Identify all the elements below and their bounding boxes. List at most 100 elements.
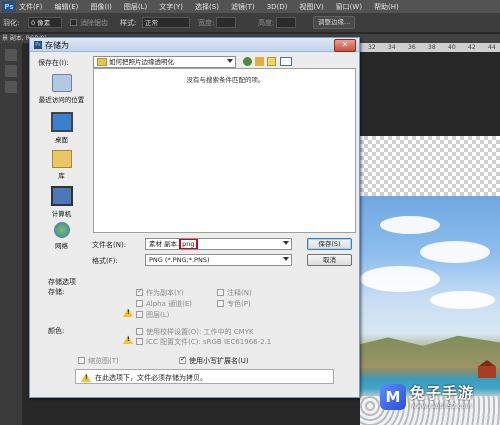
store-label: 存储: <box>48 288 65 296</box>
place-label: 网络 <box>55 242 68 250</box>
color-label: 颜色: <box>48 327 65 335</box>
spot-colors-checkbox <box>217 300 224 307</box>
use-proof-label: 使用校样设置(O): 工作中的 CMYK <box>146 328 254 336</box>
network-icon <box>53 222 70 238</box>
dialog-titlebar[interactable]: Ps 存储为 ✕ <box>30 38 359 52</box>
feather-input[interactable]: 0 像素 <box>28 17 62 28</box>
place-label: 计算机 <box>51 210 72 218</box>
photoshop-logo-icon: Ps <box>2 1 16 12</box>
new-folder-icon[interactable] <box>267 57 276 66</box>
dialog-title: 存储为 <box>45 41 69 50</box>
place-recent[interactable]: 最近访问的位置 <box>35 74 88 104</box>
up-folder-icon[interactable] <box>255 57 264 66</box>
use-proof-checkbox <box>136 328 143 335</box>
watermark: M 兔子手游 www.rabbit52.com <box>380 380 500 425</box>
cancel-button[interactable]: 取消 <box>307 254 352 266</box>
desktop-icon <box>50 112 73 132</box>
file-list[interactable]: 没有与搜索条件匹配的项。 <box>93 68 356 233</box>
document-canvas[interactable] <box>358 52 500 425</box>
folder-icon <box>97 58 107 66</box>
place-label: 库 <box>58 172 65 180</box>
cloud <box>420 241 490 263</box>
place-desktop[interactable]: 桌面 <box>35 112 88 144</box>
horizontal-ruler: 32 34 36 38 40 42 44 <box>360 43 500 52</box>
hut <box>478 366 496 378</box>
menu-image[interactable]: 图像(I) <box>90 2 112 12</box>
menu-view[interactable]: 视图(V) <box>299 2 323 12</box>
place-label: 桌面 <box>55 136 68 144</box>
warning-icon <box>81 373 91 382</box>
menu-window[interactable]: 窗口(W) <box>336 2 362 12</box>
icc-profile-label: ICC 配置文件(C): sRGB IEC61966-2.1 <box>146 338 272 346</box>
filename-input[interactable]: 素材 副本. png <box>145 238 292 250</box>
format-label: 格式(F): <box>92 257 118 265</box>
ruler-tick-label: 34 <box>388 44 396 51</box>
chevron-down-icon <box>283 241 289 245</box>
save-button[interactable]: 保存(S) <box>307 238 352 250</box>
chevron-down-icon <box>283 257 289 261</box>
lowercase-extension-label: 使用小写扩展名(U) <box>189 357 249 365</box>
place-libraries[interactable]: 库 <box>35 150 88 180</box>
lasso-tool-icon[interactable] <box>5 81 17 93</box>
antialias-label: 消除锯齿 <box>80 19 108 27</box>
chevron-down-icon <box>227 59 233 63</box>
cloud <box>380 216 440 234</box>
format-value: PNG (*.PNG;*.PNS) <box>149 256 210 264</box>
place-network[interactable]: 网络 <box>35 222 88 250</box>
as-copy-checkbox <box>136 287 143 296</box>
cloud <box>360 266 440 292</box>
lowercase-extension-checkbox[interactable] <box>179 355 186 364</box>
places-bar: 最近访问的位置 桌面 库 计算机 网络 <box>35 66 88 271</box>
notes-checkbox <box>217 289 224 296</box>
format-select[interactable]: PNG (*.PNG;*.PNS) <box>145 254 292 266</box>
alpha-channels-checkbox <box>136 300 143 307</box>
antialias-checkbox[interactable] <box>70 19 77 26</box>
style-label: 样式: <box>120 19 137 27</box>
icc-profile-checkbox <box>136 338 143 345</box>
view-menu-icon[interactable] <box>280 57 292 66</box>
save-in-value: 如何把照片边缘透明化 <box>109 58 174 66</box>
notes-label: 注释(N) <box>227 289 252 297</box>
save-as-dialog: Ps 存储为 ✕ 保存在(I): 如何把照片边缘透明化 最近访问的位置 桌面 库… <box>29 37 360 398</box>
place-computer[interactable]: 计算机 <box>35 186 88 218</box>
height-input[interactable] <box>276 17 296 28</box>
ruler-tick-label: 32 <box>368 44 376 51</box>
menu-edit[interactable]: 编辑(E) <box>55 2 79 12</box>
transparent-area <box>360 136 500 196</box>
menu-filter[interactable]: 滤镜(T) <box>231 2 255 12</box>
marquee-tool-icon[interactable] <box>5 65 17 77</box>
style-select[interactable]: 正常 <box>142 17 190 28</box>
filename-label: 文件名(N): <box>92 241 127 249</box>
close-button[interactable]: ✕ <box>334 39 356 52</box>
refine-edge-button[interactable]: 调整边缘... <box>313 16 356 29</box>
back-icon[interactable] <box>243 57 252 66</box>
watermark-name: 兔子手游 <box>410 384 475 402</box>
layers-checkbox <box>136 311 143 318</box>
as-copy-label: 作为副本(Y) <box>146 289 184 297</box>
computer-icon <box>50 186 73 206</box>
width-input[interactable] <box>216 17 236 28</box>
library-icon <box>51 150 72 168</box>
menu-file[interactable]: 文件(F) <box>19 2 43 12</box>
move-tool-icon[interactable] <box>5 49 17 61</box>
warning-icon <box>123 335 133 344</box>
rabbit-logo-icon: M <box>380 384 406 410</box>
menu-select[interactable]: 选择(S) <box>195 2 219 12</box>
watermark-url: www.rabbit52.com <box>411 402 472 410</box>
thumbnail-label: 缩览图(T) <box>88 357 119 365</box>
menu-layer[interactable]: 图层(L) <box>124 2 147 12</box>
menu-type[interactable]: 文字(Y) <box>159 2 183 12</box>
recent-places-icon <box>51 74 72 92</box>
save-in-select[interactable]: 如何把照片边缘透明化 <box>93 56 236 68</box>
empty-message: 没有与搜索条件匹配的项。 <box>186 76 265 84</box>
place-label: 最近访问的位置 <box>38 96 85 104</box>
filename-extension: png <box>179 239 198 249</box>
height-label: 高度: <box>258 19 275 27</box>
menu-help[interactable]: 帮助(H) <box>374 2 399 12</box>
feather-label: 羽化: <box>3 19 20 27</box>
ruler-tick-label: 36 <box>408 44 416 51</box>
save-options-title: 存储选项 <box>48 278 76 286</box>
photoshop-app-icon: Ps <box>34 41 42 49</box>
menu-3d[interactable]: 3D(D) <box>267 3 288 11</box>
cloud <box>430 291 495 309</box>
